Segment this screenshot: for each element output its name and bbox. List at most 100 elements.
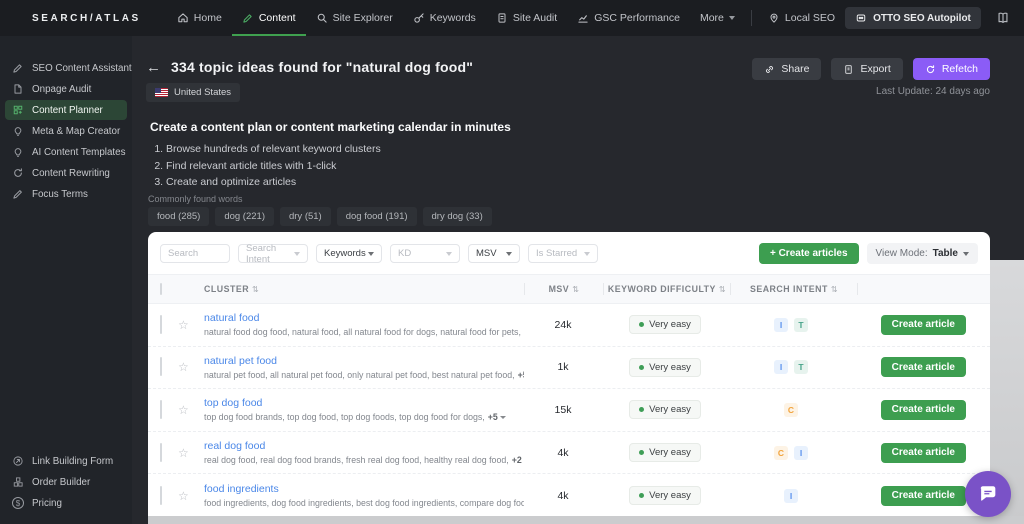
expand-keywords[interactable]: +5 [488,412,506,422]
nav-site-explorer[interactable]: Site Explorer [306,0,403,36]
create-article-button[interactable]: Create article [880,442,966,463]
cluster-link[interactable]: natural pet food [204,355,524,367]
star-icon[interactable]: ☆ [178,404,189,416]
sidebar-item-pricing[interactable]: $ Pricing [5,493,127,513]
nav-more[interactable]: More [690,0,745,36]
word-tag[interactable]: dry dog (33) [422,207,492,226]
intro-step: Browse hundreds of relevant keyword clus… [166,143,511,155]
column-msv[interactable]: MSV [549,284,580,294]
dollar-icon: $ [12,497,24,509]
intent-badge-informational: I [774,317,788,332]
cluster-link[interactable]: natural food [204,312,524,324]
intent-badge-informational: I [794,445,808,460]
sidebar-item-onpage-audit[interactable]: Onpage Audit [5,79,127,99]
create-article-button[interactable]: Create article [880,314,966,335]
msv-dropdown[interactable]: MSV [468,244,520,263]
cluster-link[interactable]: real dog food [204,440,524,452]
nav-keywords[interactable]: Keywords [403,0,486,36]
sidebar-item-seo-content-assistant[interactable]: SEO Content Assistant [5,58,132,78]
nav-site-audit[interactable]: Site Audit [486,0,567,36]
sidebar-item-meta-map-creator[interactable]: Meta & Map Creator [5,121,127,141]
chevron-down-icon [584,251,590,256]
sidebar-item-ai-content-templates[interactable]: AI Content Templates [5,142,127,162]
row-checkbox[interactable] [160,314,162,334]
export-doc-icon [845,64,853,74]
cluster-keywords: natural pet food, all natural pet food, … [204,369,515,380]
create-article-button[interactable]: Create article [880,485,966,506]
keywords-dropdown[interactable]: Keywords [316,244,382,263]
word-tag[interactable]: food (285) [148,207,210,226]
last-update-text: Last Update: 24 days ago [876,86,990,97]
msv-value: 4k [557,446,569,459]
main-content: ← 334 topic ideas found for "natural dog… [132,36,1024,524]
row-checkbox[interactable] [160,442,162,462]
export-button[interactable]: Export [831,58,903,80]
chat-widget-button[interactable] [965,471,1011,517]
star-icon[interactable]: ☆ [178,361,189,373]
create-articles-button[interactable]: + Create articles [758,243,859,264]
star-icon[interactable]: ☆ [178,490,189,502]
star-icon[interactable]: ☆ [178,319,189,331]
us-flag-icon [155,88,168,97]
is-starred-dropdown[interactable]: Is Starred [528,244,598,263]
common-words-tags: food (285) dog (221) dry (51) dog food (… [148,207,492,226]
row-checkbox[interactable] [160,357,162,377]
header-actions: Share Export Refetch [752,58,990,80]
intro-step: Create and optimize articles [166,176,511,188]
otto-autopilot-button[interactable]: OTTO SEO Autopilot [845,7,981,29]
refetch-button[interactable]: Refetch [912,58,990,80]
pencil-icon [243,14,252,23]
create-article-button[interactable]: Create article [880,357,966,378]
sidebar-footer: Link Building Form Order Builder $ Prici… [0,451,132,514]
refetch-icon [926,64,934,73]
share-button[interactable]: Share [752,58,822,80]
difficulty-badge: Very easy [629,357,701,377]
column-keyword-difficulty[interactable]: KEYWORD DIFFICULTY [608,284,726,294]
expand-keywords[interactable]: +2 [512,455,524,465]
cluster-link[interactable]: top dog food [204,397,506,409]
document-icon [14,84,22,94]
chevron-down-icon [446,251,452,256]
book-icon[interactable] [996,11,1010,25]
word-tag[interactable]: dry (51) [279,207,331,226]
sidebar-item-link-building-form[interactable]: Link Building Form [5,451,127,471]
sidebar-item-order-builder[interactable]: Order Builder [5,472,127,492]
page-background [148,516,1024,524]
column-cluster[interactable]: CLUSTER [204,284,259,294]
row-checkbox[interactable] [160,485,162,505]
pen-icon [13,190,22,199]
robot-icon [856,14,866,22]
link-circle-icon [13,456,23,466]
row-checkbox[interactable] [160,399,162,419]
sidebar-item-content-rewriting[interactable]: Content Rewriting [5,163,127,183]
create-article-button[interactable]: Create article [880,399,966,420]
nav-home[interactable]: Home [167,0,232,36]
home-icon [178,13,188,23]
search-intent-dropdown[interactable]: Search Intent [238,243,308,265]
cluster-keywords: natural food dog food, natural food, all… [204,327,521,338]
msv-value: 4k [557,489,569,502]
column-search-intent[interactable]: SEARCH INTENT [750,284,838,294]
country-badge[interactable]: United States [146,83,241,102]
word-tag[interactable]: dog (221) [215,207,274,226]
nav-content[interactable]: Content [231,0,306,36]
difficulty-badge: Very easy [629,315,701,335]
cluster-link[interactable]: food ingredients [204,483,524,495]
chart-icon [578,15,588,23]
word-tag[interactable]: dog food (191) [336,207,417,226]
kd-dropdown[interactable]: KD [390,244,460,263]
nav-local-seo[interactable]: Local SEO [758,0,845,36]
sidebar-item-content-planner[interactable]: Content Planner [5,100,127,120]
edit-icon [13,64,22,73]
select-all-checkbox[interactable] [160,283,162,295]
search-input[interactable] [160,244,230,263]
chevron-down-icon [728,16,735,20]
star-icon[interactable]: ☆ [178,447,189,459]
sidebar-item-focus-terms[interactable]: Focus Terms [5,184,127,204]
nav-gsc-performance[interactable]: GSC Performance [567,0,690,36]
view-mode-selector[interactable]: View Mode: Table [866,243,978,264]
search-icon [317,13,327,23]
intent-badge-commercial: C [784,402,798,417]
back-arrow-icon[interactable]: ← [146,60,161,75]
chevron-down-icon [294,251,300,256]
